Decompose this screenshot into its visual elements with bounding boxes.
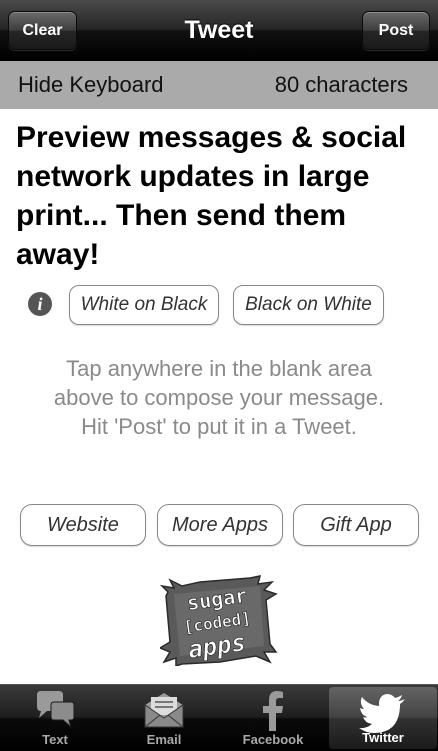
info-icon[interactable]: i	[28, 292, 52, 316]
hide-keyboard-button[interactable]: Hide Keyboard	[18, 61, 164, 109]
hint-line: Hit 'Post' to put it in a Tweet.	[81, 414, 357, 439]
tab-facebook[interactable]: Facebook	[219, 685, 327, 751]
tab-email[interactable]: Email	[110, 685, 218, 751]
keyboard-bar: Hide Keyboard 80 characters	[0, 61, 438, 109]
hint-line: above to compose your message.	[53, 385, 385, 410]
black-on-white-button[interactable]: Black on White	[233, 285, 384, 325]
tab-label: Twitter	[362, 730, 404, 745]
gift-app-button[interactable]: Gift App	[293, 504, 419, 546]
clear-button[interactable]: Clear	[8, 11, 77, 50]
character-count: 80 characters	[274, 72, 408, 97]
tab-twitter[interactable]: Twitter	[329, 687, 437, 749]
tab-bar: Text Email Facebook Twitter	[0, 684, 438, 751]
sugar-coded-apps-logo[interactable]: sugar [coded] apps	[160, 574, 278, 666]
navigation-bar: Tweet Clear Post	[0, 0, 438, 61]
post-button[interactable]: Post	[362, 11, 430, 50]
chat-bubbles-icon	[37, 691, 75, 729]
message-preview[interactable]: Preview messages & social network update…	[16, 118, 426, 274]
envelope-icon	[144, 693, 184, 728]
hint-line: Tap anywhere in the blank area	[66, 356, 372, 381]
tab-label: Text	[42, 732, 68, 747]
tab-label: Email	[146, 732, 182, 747]
more-apps-button[interactable]: More Apps	[157, 504, 283, 546]
facebook-icon	[263, 691, 283, 731]
website-button[interactable]: Website	[20, 504, 146, 546]
tab-text[interactable]: Text	[1, 685, 109, 751]
twitter-bird-icon	[359, 694, 405, 733]
compose-hint[interactable]: Tap anywhere in the blank area above to …	[0, 354, 438, 441]
white-on-black-button[interactable]: White on Black	[69, 285, 219, 325]
tab-label: Facebook	[242, 732, 304, 747]
